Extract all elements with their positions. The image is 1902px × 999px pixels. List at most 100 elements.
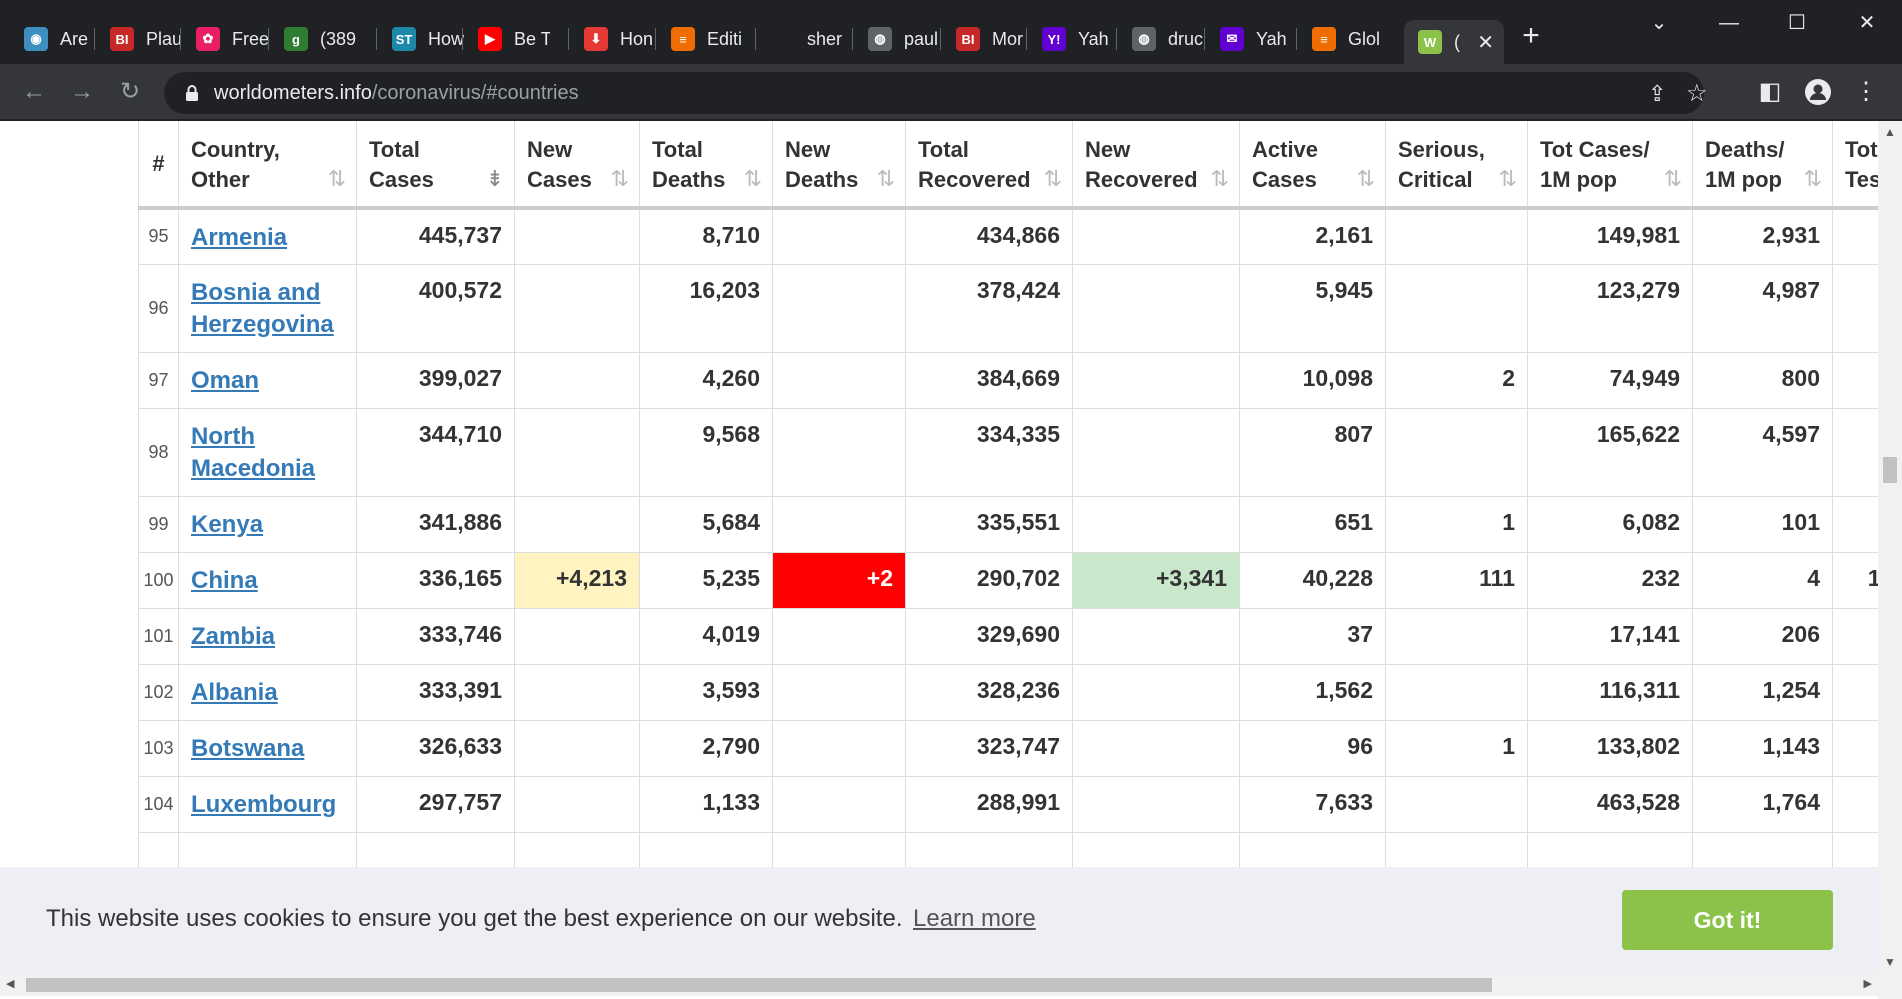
browser-tab-8[interactable]: sher <box>757 20 843 58</box>
vertical-scroll-thumb[interactable] <box>1883 457 1897 483</box>
country-link[interactable]: Bosnia and Herzegovina <box>191 279 334 338</box>
cell-deaths-per-million: 1,764 <box>1692 775 1833 832</box>
new-tab-button[interactable]: + <box>1514 20 1548 54</box>
cell-new-deaths <box>772 407 906 496</box>
country-link[interactable]: Zambia <box>191 623 275 650</box>
country-link[interactable]: Albania <box>191 679 278 706</box>
header-total-cases[interactable]: Total Cases ⇟ <box>356 121 515 210</box>
learn-more-link[interactable]: Learn more <box>913 905 1036 933</box>
cell-total-deaths: 4,019 <box>639 607 773 664</box>
share-icon[interactable]: ⇪ <box>1648 81 1666 107</box>
address-bar[interactable]: worldometers.info/coronavirus/#countries… <box>164 72 1708 114</box>
browser-tab-9[interactable]: ◍ paul <box>854 20 940 58</box>
sort-arrows-icon[interactable]: ⇅ <box>744 164 762 194</box>
country-link[interactable]: Luxembourg <box>191 791 336 818</box>
sort-arrows-icon[interactable]: ⇅ <box>611 164 629 194</box>
globe-icon: ◉ <box>24 27 48 51</box>
sort-arrows-icon[interactable]: ⇅ <box>1664 164 1682 194</box>
header-active-cases[interactable]: Active Cases ⇅ <box>1239 121 1386 210</box>
side-panel-icon[interactable]: ◧ <box>1752 74 1788 110</box>
cell-total-recovered: 434,866 <box>905 207 1073 264</box>
header-cases-per-million[interactable]: Tot Cases/1M pop ⇅ <box>1527 121 1693 210</box>
menu-kebab-icon[interactable]: ⋮ <box>1848 74 1884 110</box>
browser-tab-13[interactable]: ✉ Yah <box>1206 20 1292 58</box>
header-label-line2: Critical <box>1398 167 1473 192</box>
browser-tab-5[interactable]: ▶ Be T <box>464 20 550 58</box>
header-new-deaths[interactable]: New Deaths ⇅ <box>772 121 906 210</box>
cell-rank: 99 <box>138 495 179 552</box>
forward-arrow-icon[interactable]: → <box>64 74 100 110</box>
cell-total-deaths: 3,593 <box>639 663 773 720</box>
maximize-icon[interactable]: ☐ <box>1772 8 1822 38</box>
browser-tab-1[interactable]: BI Plau <box>96 20 182 58</box>
url-text[interactable]: worldometers.info/coronavirus/#countries <box>214 82 579 105</box>
bookmark-star-icon[interactable]: ☆ <box>1686 79 1708 108</box>
sort-arrows-icon[interactable]: ⇅ <box>1499 164 1517 194</box>
header-serious-critical[interactable]: Serious, Critical ⇅ <box>1385 121 1528 210</box>
header-row: # Country, Other ⇅ Total Cases ⇟ New Cases ⇅ Total… <box>138 121 1893 210</box>
sort-arrows-icon[interactable]: ⇅ <box>328 164 346 194</box>
tab-search-chevron-icon[interactable]: ⌄ <box>1634 8 1684 38</box>
scroll-left-arrow-icon[interactable]: ◀ <box>6 977 14 990</box>
header-country[interactable]: Country, Other ⇅ <box>178 121 357 210</box>
country-link[interactable]: Oman <box>191 367 259 394</box>
table-body: 95 Armenia 445,737 8,710 434,866 2,161 149,981… <box>138 207 1893 888</box>
cell-active-cases: 10,098 <box>1239 351 1386 408</box>
cell-new-deaths <box>772 663 906 720</box>
sort-arrows-icon[interactable]: ⇟ <box>486 164 504 194</box>
header-deaths-per-million[interactable]: Deaths/1M pop ⇅ <box>1692 121 1833 210</box>
sort-arrows-icon[interactable]: ⇅ <box>1357 164 1375 194</box>
horizontal-scroll-thumb[interactable] <box>26 978 1492 992</box>
browser-tab-14[interactable]: ≡ Glol <box>1298 20 1384 58</box>
cell-country: Bosnia and Herzegovina <box>178 263 357 352</box>
minimize-icon[interactable]: — <box>1704 8 1754 38</box>
browser-tab-12[interactable]: ◍ druc <box>1118 20 1204 58</box>
country-link[interactable]: North Macedonia <box>191 423 315 482</box>
browser-tab-3[interactable]: g (389 <box>270 20 356 58</box>
browser-tab-2[interactable]: ✿ Free <box>182 20 268 58</box>
horizontal-scrollbar[interactable]: ◀ ▶ <box>0 974 1878 996</box>
sort-arrows-icon[interactable]: ⇅ <box>877 164 895 194</box>
browser-tab-0[interactable]: ◉ Are <box>10 20 96 58</box>
header-total-deaths[interactable]: Total Deaths ⇅ <box>639 121 773 210</box>
cookie-accept-button[interactable]: Got it! <box>1622 890 1833 950</box>
cell-cases-per-million: 17,141 <box>1527 607 1693 664</box>
scroll-down-arrow-icon[interactable]: ▼ <box>1884 955 1896 969</box>
cell-new-deaths <box>772 495 906 552</box>
globe-grey-icon: ◍ <box>868 27 892 51</box>
scroll-right-arrow-icon[interactable]: ▶ <box>1864 977 1872 990</box>
header-new-cases[interactable]: New Cases ⇅ <box>514 121 640 210</box>
lock-icon[interactable] <box>182 83 202 103</box>
back-arrow-icon[interactable]: ← <box>16 74 52 110</box>
browser-tab-10[interactable]: BI Mor <box>942 20 1028 58</box>
browser-tab-4[interactable]: ST How <box>378 20 464 58</box>
header-label-line1: Total <box>369 137 420 162</box>
header-new-recovered[interactable]: New Recovered ⇅ <box>1072 121 1240 210</box>
tab-separator <box>852 28 853 50</box>
vertical-scrollbar[interactable]: ▲ ▼ <box>1878 121 1902 999</box>
profile-avatar-icon[interactable] <box>1800 74 1836 110</box>
tab-label: Hon <box>620 28 654 49</box>
tab-separator <box>376 28 377 50</box>
country-link[interactable]: Armenia <box>191 224 287 251</box>
browser-tab-6[interactable]: ⬇ Hon <box>570 20 656 58</box>
cell-deaths-per-million: 2,931 <box>1692 207 1833 264</box>
country-link[interactable]: China <box>191 567 258 594</box>
close-window-icon[interactable]: ✕ <box>1842 8 1892 38</box>
close-tab-icon[interactable]: ✕ <box>1477 30 1494 55</box>
sort-arrows-icon[interactable]: ⇅ <box>1804 164 1822 194</box>
cell-total-deaths: 8,710 <box>639 207 773 264</box>
country-link[interactable]: Kenya <box>191 511 263 538</box>
browser-tab-7[interactable]: ≡ Editi <box>657 20 743 58</box>
header-rank[interactable]: # <box>138 121 179 210</box>
browser-tab-11[interactable]: Y! Yah <box>1028 20 1114 58</box>
sort-arrows-icon[interactable]: ⇅ <box>1044 164 1062 194</box>
header-label-line1: New <box>527 137 573 162</box>
scroll-up-arrow-icon[interactable]: ▲ <box>1884 125 1896 139</box>
header-total-recovered[interactable]: Total Recovered ⇅ <box>905 121 1073 210</box>
reload-icon[interactable]: ↻ <box>112 74 148 110</box>
browser-tab-15[interactable]: W(✕ <box>1404 20 1504 64</box>
country-link[interactable]: Botswana <box>191 735 304 762</box>
header-label-line2: Cases <box>369 167 434 192</box>
sort-arrows-icon[interactable]: ⇅ <box>1211 164 1229 194</box>
